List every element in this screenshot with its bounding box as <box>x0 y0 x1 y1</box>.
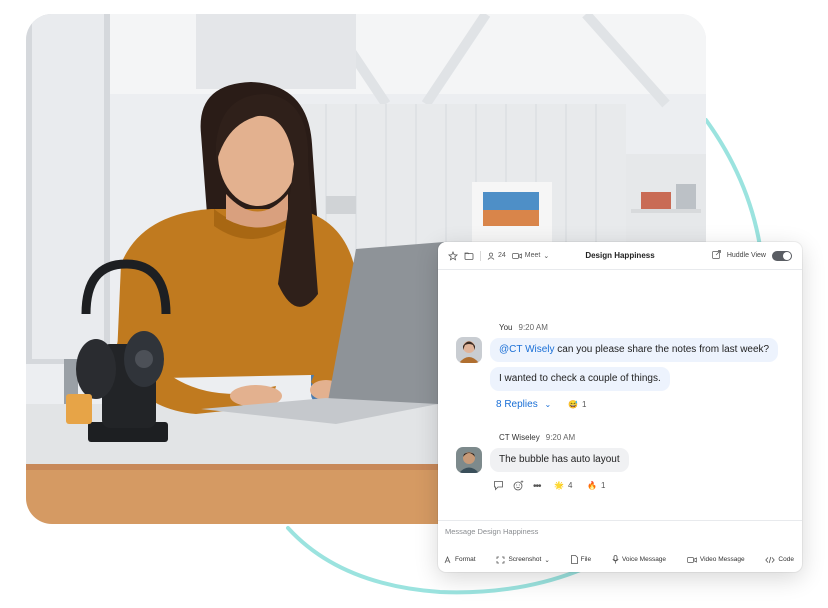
message-time: 9:20 AM <box>518 323 548 332</box>
composer-toolbar: Format Screenshot ⌄ File Voice Message V… <box>444 555 794 564</box>
pop-out-icon[interactable] <box>711 250 721 261</box>
file-icon <box>570 555 578 564</box>
format-label: Format <box>455 556 476 563</box>
folder-icon[interactable] <box>464 251 474 261</box>
huddle-view-label: Huddle View <box>726 252 766 259</box>
meet-button[interactable]: Meet ⌄ <box>511 252 550 260</box>
members-button[interactable]: 24 <box>487 252 506 260</box>
voice-message-label: Voice Message <box>621 556 667 563</box>
video-camera-icon <box>511 252 522 259</box>
replies-link[interactable]: 8 Replies ⌄ <box>496 399 551 410</box>
chat-header: 24 Meet ⌄ Design Happiness Huddle View <box>438 242 802 270</box>
add-reaction-icon[interactable] <box>513 480 524 493</box>
reaction-chip[interactable]: 🔥 1 <box>587 481 605 490</box>
message-meta: You 9:20 AM <box>499 323 548 332</box>
chat-panel: 24 Meet ⌄ Design Happiness Huddle View Y… <box>438 242 802 572</box>
message-time: 9:20 AM <box>545 433 576 442</box>
header-divider <box>480 250 481 261</box>
message-text: can you please share the notes from last… <box>554 344 770 355</box>
reaction-chip[interactable]: 😅 1 <box>568 400 586 409</box>
voice-message-button[interactable]: Voice Message <box>612 555 666 564</box>
reply-icon[interactable] <box>493 480 504 493</box>
format-icon <box>444 555 451 563</box>
message-input[interactable]: Message Design Happiness <box>445 527 538 536</box>
meet-label: Meet <box>524 252 541 259</box>
reaction-count: 1 <box>581 400 587 409</box>
file-label: File <box>580 556 592 563</box>
code-button[interactable]: Code <box>765 555 794 564</box>
sender-name: You <box>499 323 513 332</box>
code-icon <box>765 556 776 563</box>
chevron-down-icon: ⌄ <box>543 252 550 260</box>
message-actions: ••• <box>493 480 541 493</box>
chevron-down-icon: ⌄ <box>544 556 550 564</box>
more-options-icon[interactable]: ••• <box>533 481 541 492</box>
replies-label: 8 Replies <box>496 399 538 410</box>
video-message-label: Video Message <box>699 556 745 563</box>
message-bubble[interactable]: @CT Wisely can you please share the note… <box>490 338 779 362</box>
file-button[interactable]: File <box>570 555 592 564</box>
code-label: Code <box>778 556 794 563</box>
microphone-icon <box>612 555 619 564</box>
message-bubble[interactable]: I wanted to check a couple of things. <box>490 367 670 391</box>
message-meta: CT Wiseley 9:20 AM <box>499 433 575 442</box>
chevron-down-icon: ⌄ <box>544 400 552 409</box>
avatar[interactable] <box>456 447 482 473</box>
screenshot-button[interactable]: Screenshot ⌄ <box>496 555 550 564</box>
sender-name: CT Wiseley <box>499 433 540 442</box>
avatar[interactable] <box>456 337 482 363</box>
message-text: The bubble has auto layout <box>499 454 620 465</box>
composer: Message Design Happiness Format Screensh… <box>438 520 802 572</box>
star-icon[interactable] <box>448 250 458 261</box>
reaction-count: 4 <box>567 481 573 490</box>
fire-emoji-icon: 🔥 <box>587 481 597 490</box>
screenshot-icon <box>497 556 505 563</box>
format-button[interactable]: Format <box>444 555 476 564</box>
grinning-sweat-emoji-icon: 😅 <box>568 400 578 409</box>
video-camera-icon <box>687 556 697 563</box>
reaction-chip[interactable]: 🌟 4 <box>554 481 572 490</box>
message-text: I wanted to check a couple of things. <box>499 373 661 384</box>
huddle-view-toggle[interactable] <box>772 250 792 261</box>
member-count: 24 <box>498 252 506 259</box>
members-icon <box>487 252 495 260</box>
screenshot-label: Screenshot <box>508 556 542 563</box>
mention-link[interactable]: @CT Wisely <box>499 344 555 355</box>
reaction-count: 1 <box>600 481 606 490</box>
video-message-button[interactable]: Video Message <box>687 555 745 564</box>
star-emoji-icon: 🌟 <box>554 481 564 490</box>
message-bubble[interactable]: The bubble has auto layout <box>490 448 629 472</box>
